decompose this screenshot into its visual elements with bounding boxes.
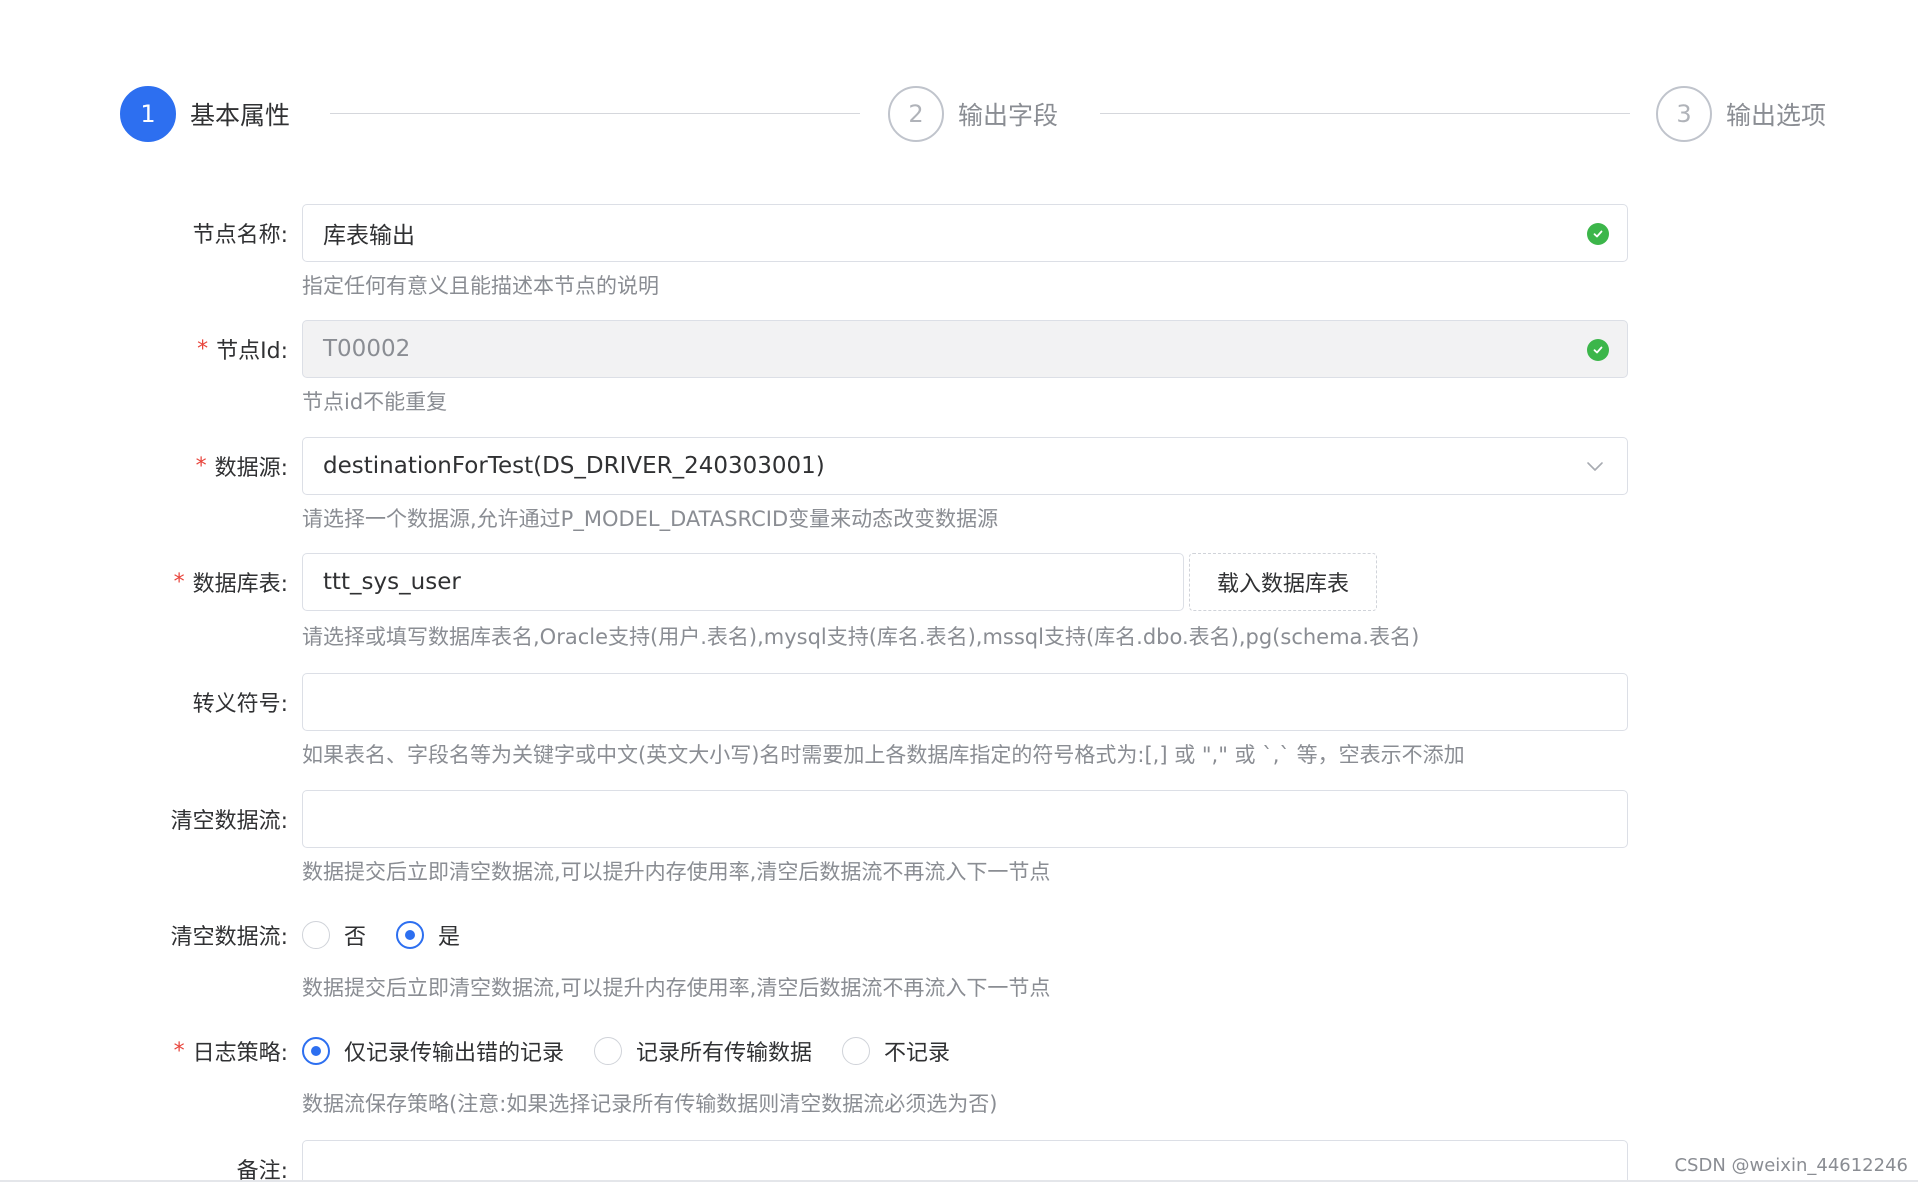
- radio-log-all[interactable]: 记录所有传输数据: [594, 1035, 812, 1067]
- clear-stream-radio-group: 否 是: [302, 906, 490, 964]
- log-policy-radio-group: 仅记录传输出错的记录 记录所有传输数据 不记录: [302, 1022, 980, 1080]
- db-table-value: ttt_sys_user: [323, 569, 461, 595]
- datasource-select[interactable]: destinationForTest(DS_DRIVER_240303001): [302, 437, 1628, 495]
- step-3[interactable]: 3 输出选项: [1656, 84, 1826, 144]
- node-id-input: T00002: [302, 320, 1628, 378]
- radio-yes[interactable]: 是: [396, 919, 460, 951]
- step-2-number: 2: [888, 86, 944, 142]
- radio-circle[interactable]: [594, 1037, 623, 1065]
- remark-label: 备注:: [236, 1159, 288, 1184]
- log-policy-label: * 日志策略:: [173, 1038, 288, 1067]
- node-name-label: 节点名称:: [192, 223, 288, 248]
- step-2-title: 输出字段: [958, 101, 1059, 130]
- radio-log-errors-only[interactable]: 仅记录传输出错的记录: [302, 1035, 564, 1067]
- log-policy-hint: 数据流保存策略(注意:如果选择记录所有传输数据则清空数据流必须选为否): [302, 1092, 998, 1116]
- radio-circle[interactable]: [302, 1037, 330, 1065]
- step-1[interactable]: 1 基本属性: [120, 84, 290, 144]
- node-id-value: T00002: [323, 336, 411, 362]
- escape-symbol-hint: 如果表名、字段名等为关键字或中文(英文大小写)名时需要加上各数据库指定的符号格式…: [302, 743, 1465, 767]
- node-name-input[interactable]: 库表输出: [302, 204, 1628, 262]
- datasource-value: destinationForTest(DS_DRIVER_240303001): [323, 453, 825, 479]
- step-connector-2: [1100, 113, 1630, 114]
- clear-stream-input[interactable]: [302, 790, 1628, 848]
- required-mark: *: [173, 569, 185, 595]
- step-2[interactable]: 2 输出字段: [888, 84, 1058, 144]
- watermark: CSDN @weixin_44612246: [1674, 1155, 1908, 1176]
- escape-symbol-label: 转义符号:: [192, 692, 288, 717]
- db-table-label: * 数据库表:: [173, 569, 288, 598]
- db-table-hint: 请选择或填写数据库表名,Oracle支持(用户.表名),mysql支持(库名.表…: [302, 625, 1420, 649]
- required-mark: *: [195, 453, 207, 479]
- step-3-number: 3: [1656, 86, 1712, 142]
- chevron-down-icon: [1585, 456, 1605, 476]
- step-1-title: 基本属性: [190, 101, 291, 130]
- check-circle-icon: [1587, 223, 1609, 245]
- node-name-value: 库表输出: [323, 223, 415, 249]
- node-id-label: * 节点Id:: [197, 336, 288, 365]
- radio-circle[interactable]: [396, 921, 425, 949]
- load-db-table-button[interactable]: 载入数据库表: [1189, 553, 1377, 611]
- datasource-label: * 数据源:: [195, 453, 288, 482]
- bottom-divider: [0, 1180, 1918, 1182]
- steps-bar: 1 基本属性 2 输出字段 3 输出选项: [120, 84, 1826, 144]
- radio-no[interactable]: 否: [302, 919, 366, 951]
- db-table-input[interactable]: ttt_sys_user: [302, 553, 1184, 611]
- datasource-hint: 请选择一个数据源,允许通过P_MODEL_DATASRCID变量来动态改变数据源: [302, 507, 999, 531]
- remark-textarea[interactable]: [302, 1140, 1628, 1180]
- radio-circle[interactable]: [842, 1037, 871, 1065]
- clear-stream-input-label: 清空数据流:: [170, 809, 288, 834]
- step-3-title: 输出选项: [1726, 101, 1827, 130]
- node-name-hint: 指定任何有意义且能描述本节点的说明: [302, 274, 659, 298]
- radio-log-none[interactable]: 不记录: [842, 1035, 950, 1067]
- clear-stream-input-hint: 数据提交后立即清空数据流,可以提升内存使用率,清空后数据流不再流入下一节点: [302, 860, 1051, 884]
- check-circle-icon: [1587, 339, 1609, 361]
- required-mark: *: [197, 336, 209, 362]
- radio-circle[interactable]: [302, 921, 330, 949]
- step-1-number: 1: [120, 86, 176, 142]
- required-mark: *: [173, 1038, 185, 1064]
- step-connector-1: [330, 113, 860, 114]
- clear-stream-radio-label: 清空数据流:: [170, 925, 288, 950]
- node-id-hint: 节点id不能重复: [302, 390, 448, 414]
- escape-symbol-input[interactable]: [302, 673, 1628, 731]
- clear-stream-radio-hint: 数据提交后立即清空数据流,可以提升内存使用率,清空后数据流不再流入下一节点: [302, 976, 1051, 1000]
